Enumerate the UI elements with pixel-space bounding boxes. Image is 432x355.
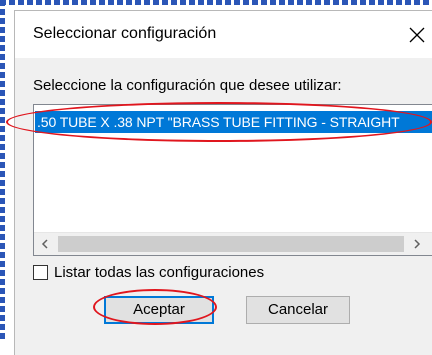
title-bar: Seleccionar configuración xyxy=(15,11,432,58)
close-icon xyxy=(409,27,425,43)
close-button[interactable] xyxy=(397,15,432,55)
annotation-ellipse-accept xyxy=(93,289,217,325)
scroll-right-button[interactable] xyxy=(406,233,428,255)
list-all-checkbox[interactable] xyxy=(33,264,48,280)
select-configuration-dialog: Seleccionar configuración Seleccione la … xyxy=(14,10,432,355)
list-all-row[interactable]: Listar todas las configuraciones xyxy=(33,261,264,283)
selection-frame-left xyxy=(0,0,5,341)
annotation-ellipse-list xyxy=(6,102,432,142)
list-all-label[interactable]: Listar todas las configuraciones xyxy=(54,264,264,281)
chevron-right-icon xyxy=(414,239,421,249)
scrollbar-thumb[interactable] xyxy=(58,236,404,252)
scroll-left-button[interactable] xyxy=(34,233,56,255)
dialog-title: Seleccionar configuración xyxy=(33,25,217,42)
prompt-label: Seleccione la configuración que desee ut… xyxy=(33,77,342,94)
selection-frame-top xyxy=(0,0,432,5)
cancel-button[interactable]: Cancelar xyxy=(246,296,350,324)
horizontal-scrollbar[interactable] xyxy=(34,232,432,255)
chevron-left-icon xyxy=(41,239,48,249)
